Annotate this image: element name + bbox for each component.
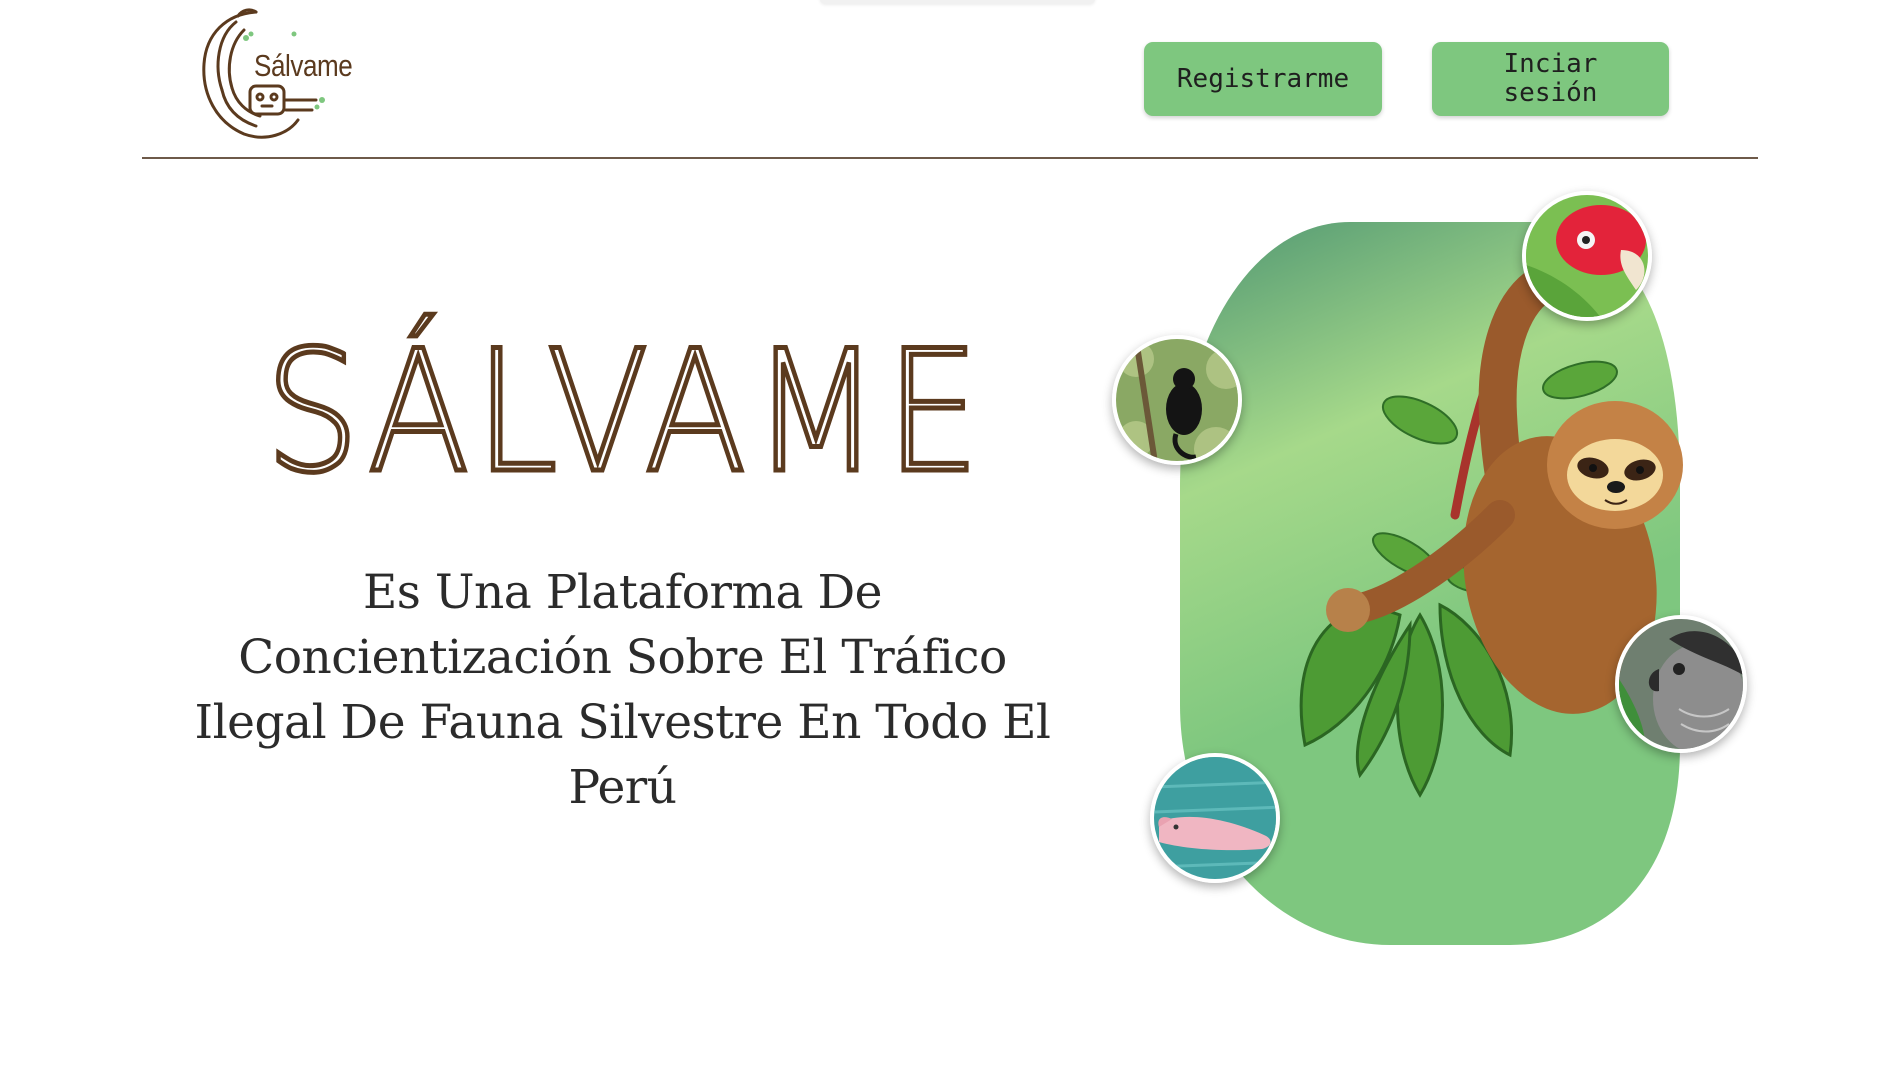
logo-text: Sálvame	[254, 48, 353, 83]
header-divider	[142, 157, 1758, 159]
hero-subtitle: Es Una Plataforma De Concientización Sob…	[194, 565, 1051, 815]
register-button[interactable]: Registrarme	[1144, 42, 1382, 116]
browser-top-handle	[820, 0, 1095, 4]
harpy-eagle-photo	[1615, 615, 1747, 753]
login-button[interactable]: Inciar sesión	[1432, 42, 1669, 116]
parrot-photo	[1522, 191, 1652, 321]
hero-illustration	[1112, 185, 1760, 965]
pink-dolphin-photo	[1150, 753, 1280, 883]
hero-title: SÁLVAME	[255, 300, 995, 513]
monkey-photo	[1112, 335, 1242, 465]
hero-title-text: SÁLVAME	[265, 314, 985, 480]
logo[interactable]: Sálvame	[196, 4, 366, 142]
